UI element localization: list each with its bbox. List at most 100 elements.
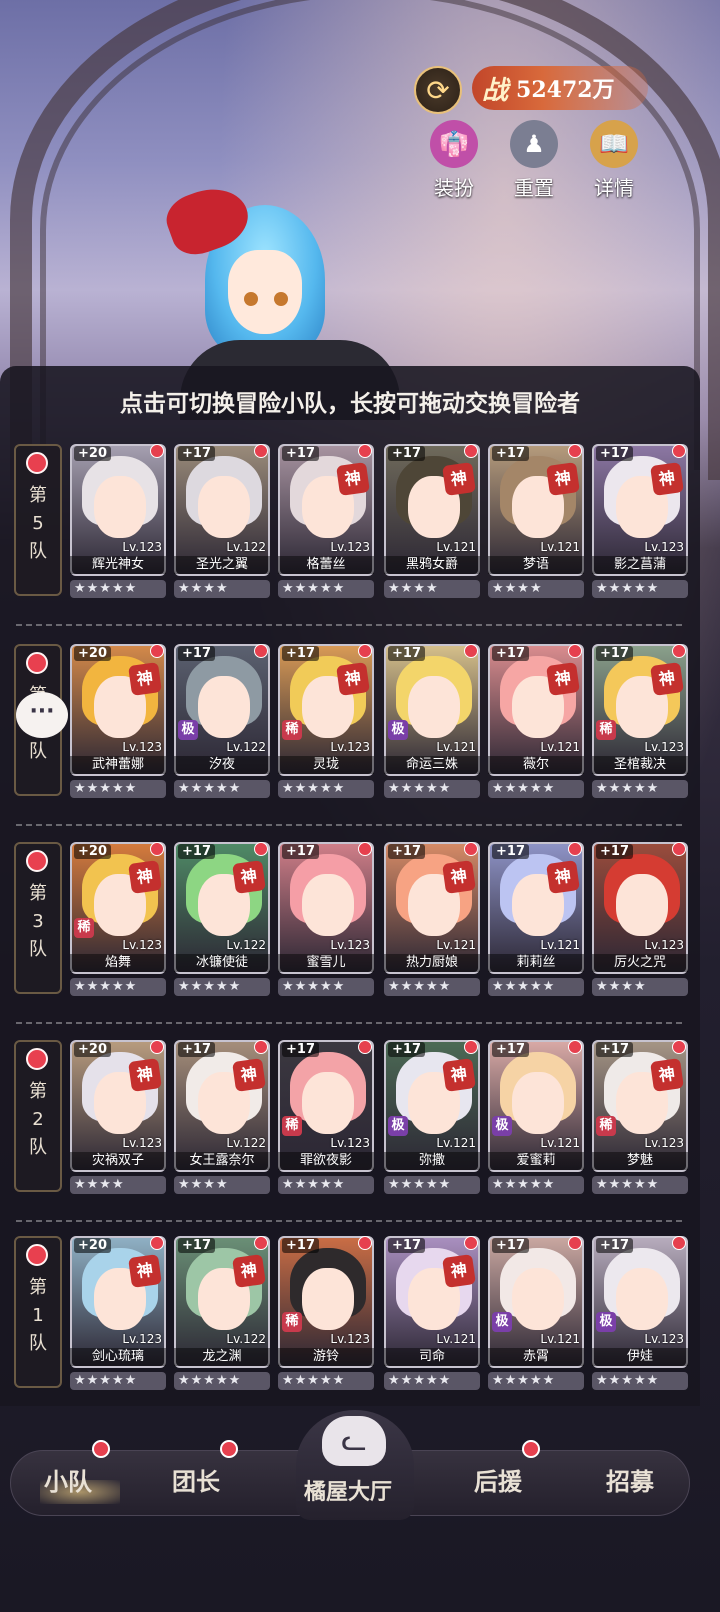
hero-stars: ★★★★★ bbox=[278, 580, 374, 598]
hero-face bbox=[198, 476, 250, 538]
team-selector[interactable]: 第 5 队 bbox=[14, 444, 62, 596]
hero-notification-dot bbox=[150, 444, 164, 458]
hero-enhance-level: +17 bbox=[492, 1042, 529, 1057]
team-label: 第 2 队 bbox=[29, 1081, 47, 1158]
hero-card[interactable]: +20 神 Lv.123 灾祸双子 ★★★★ bbox=[70, 1040, 166, 1198]
hero-card[interactable]: +17 Lv.122 圣光之翼 ★★★★ bbox=[174, 444, 270, 602]
hero-name: 司命 bbox=[384, 1348, 480, 1366]
hero-card[interactable]: +17 极 Lv.122 汐夜 ★★★★★ bbox=[174, 644, 270, 802]
hero-card[interactable]: +17 极 Lv.123 伊娃 ★★★★★ bbox=[592, 1236, 688, 1394]
hero-rank-badge: 极 bbox=[596, 1312, 616, 1332]
hero-notification-dot bbox=[464, 1040, 478, 1054]
nav-squad-dot bbox=[92, 1440, 110, 1458]
hero-notification-dot bbox=[568, 842, 582, 856]
hero-notification-dot bbox=[150, 644, 164, 658]
hero-rank-badge: 极 bbox=[388, 720, 408, 740]
hero-level: Lv.121 bbox=[540, 1332, 580, 1346]
hero-card[interactable]: +17 神 Lv.122 龙之渊 ★★★★★ bbox=[174, 1236, 270, 1394]
hero-stars: ★★★★★ bbox=[174, 978, 270, 996]
hero-name: 薇尔 bbox=[488, 756, 584, 774]
reset-button[interactable]: ♟ 重置 bbox=[504, 120, 564, 201]
hero-card[interactable]: +17 Lv.123 厉火之咒 ★★★★ bbox=[592, 842, 688, 1000]
hero-stars: ★★★★★ bbox=[278, 780, 374, 798]
hero-card[interactable]: +20 神 Lv.123 剑心琉璃 ★★★★★ bbox=[70, 1236, 166, 1394]
hero-card[interactable]: +17 神 Lv.123 影之菖蒲 ★★★★★ bbox=[592, 444, 688, 602]
hero-name: 游铃 bbox=[278, 1348, 374, 1366]
hero-card[interactable]: +17 极 Lv.121 赤霄 ★★★★★ bbox=[488, 1236, 584, 1394]
hero-notification-dot bbox=[358, 1236, 372, 1250]
hero-level: Lv.121 bbox=[540, 740, 580, 754]
hero-notification-dot bbox=[150, 1040, 164, 1054]
hero-card[interactable]: +17 极 Lv.121 爱蜜莉 ★★★★★ bbox=[488, 1040, 584, 1198]
hero-enhance-level: +17 bbox=[388, 1238, 425, 1253]
details-button[interactable]: 📖 详情 bbox=[584, 120, 644, 201]
outfit-button[interactable]: 👘 装扮 bbox=[424, 120, 484, 201]
hero-notification-dot bbox=[254, 1040, 268, 1054]
nav-squad[interactable]: 小队 bbox=[44, 1462, 92, 1497]
hero-face bbox=[512, 1268, 564, 1330]
hero-notification-dot bbox=[358, 644, 372, 658]
nav-hall[interactable]: 橘屋大厅 bbox=[304, 1474, 392, 1506]
team-selector[interactable]: 第 2 队 bbox=[14, 1040, 62, 1192]
hero-card[interactable]: +17 稀 Lv.123 罪欲夜影 ★★★★★ bbox=[278, 1040, 374, 1198]
hero-face bbox=[302, 1072, 354, 1134]
hero-name: 汐夜 bbox=[174, 756, 270, 774]
hero-card[interactable]: +17 神稀 Lv.123 灵珑 ★★★★★ bbox=[278, 644, 374, 802]
hero-level: Lv.123 bbox=[644, 938, 684, 952]
hero-card[interactable]: +17 极 Lv.121 命运三姝 ★★★★★ bbox=[384, 644, 480, 802]
nav-recruit[interactable]: 招募 bbox=[606, 1462, 654, 1497]
hero-card[interactable]: +17 神极 Lv.121 弥撒 ★★★★★ bbox=[384, 1040, 480, 1198]
hero-stars: ★★★★★ bbox=[488, 1176, 584, 1194]
hero-face bbox=[302, 874, 354, 936]
hero-card[interactable]: +17 神 Lv.121 莉莉丝 ★★★★★ bbox=[488, 842, 584, 1000]
chat-bubble-icon[interactable]: ··· bbox=[16, 692, 68, 738]
hero-card[interactable]: +17 神 Lv.121 梦语 ★★★★ bbox=[488, 444, 584, 602]
team-selector[interactable]: 第 3 队 bbox=[14, 842, 62, 994]
half-god-badge: 神 bbox=[546, 860, 580, 894]
hero-stars: ★★★★ bbox=[488, 580, 584, 598]
hero-notification-dot bbox=[568, 1236, 582, 1250]
hero-level: Lv.121 bbox=[540, 540, 580, 554]
hero-face bbox=[616, 874, 668, 936]
hero-name: 厉火之咒 bbox=[592, 954, 688, 972]
hero-card[interactable]: +17 神 Lv.123 格蕾丝 ★★★★★ bbox=[278, 444, 374, 602]
hero-stars: ★★★★★ bbox=[592, 1176, 688, 1194]
hero-card[interactable]: +17 神稀 Lv.123 梦魅 ★★★★★ bbox=[592, 1040, 688, 1198]
hero-level: Lv.123 bbox=[330, 740, 370, 754]
hero-card[interactable]: +17 神 Lv.121 薇尔 ★★★★★ bbox=[488, 644, 584, 802]
hero-card[interactable]: +20 Lv.123 辉光神女 ★★★★★ bbox=[70, 444, 166, 602]
hero-card[interactable]: +17 神稀 Lv.123 圣棺裁决 ★★★★★ bbox=[592, 644, 688, 802]
team-notification-dot bbox=[26, 652, 48, 674]
hero-enhance-level: +17 bbox=[282, 446, 319, 461]
hero-card[interactable]: +17 神 Lv.122 女王露奈尔 ★★★★ bbox=[174, 1040, 270, 1198]
hero-stars: ★★★★★ bbox=[488, 780, 584, 798]
half-god-badge: 神 bbox=[232, 860, 266, 894]
hero-stars: ★★★★ bbox=[384, 580, 480, 598]
hero-card[interactable]: +17 神 Lv.122 冰镰使徒 ★★★★★ bbox=[174, 842, 270, 1000]
hero-card[interactable]: +17 神 Lv.121 热力厨娘 ★★★★★ bbox=[384, 842, 480, 1000]
hero-card[interactable]: +17 稀 Lv.123 游铃 ★★★★★ bbox=[278, 1236, 374, 1394]
power-value: 52472万 bbox=[516, 77, 615, 103]
hero-name: 伊娃 bbox=[592, 1348, 688, 1366]
hero-card[interactable]: +17 神 Lv.121 司命 ★★★★★ bbox=[384, 1236, 480, 1394]
swap-button[interactable]: ⟳ bbox=[414, 66, 462, 114]
hero-card[interactable]: +20 神稀 Lv.123 焰舞 ★★★★★ bbox=[70, 842, 166, 1000]
hero-stars: ★★★★★ bbox=[278, 1176, 374, 1194]
hero-stars: ★★★★★ bbox=[592, 1372, 688, 1390]
hero-name: 爱蜜莉 bbox=[488, 1152, 584, 1170]
nav-leader-dot bbox=[220, 1440, 238, 1458]
team-selector[interactable]: 第 1 队 bbox=[14, 1236, 62, 1388]
nav-support[interactable]: 后援 bbox=[474, 1462, 522, 1497]
hero-enhance-level: +17 bbox=[282, 1238, 319, 1253]
hero-stars: ★★★★★ bbox=[488, 1372, 584, 1390]
half-god-badge: 神 bbox=[128, 1058, 162, 1092]
hero-card[interactable]: +17 Lv.123 蜜雪儿 ★★★★★ bbox=[278, 842, 374, 1000]
team-notification-dot bbox=[26, 850, 48, 872]
nav-leader[interactable]: 团长 bbox=[172, 1462, 220, 1497]
hero-name: 蜜雪儿 bbox=[278, 954, 374, 972]
hero-enhance-level: +17 bbox=[388, 844, 425, 859]
hero-notification-dot bbox=[254, 444, 268, 458]
hero-card[interactable]: +20 神 Lv.123 武神蕾娜 ★★★★★ bbox=[70, 644, 166, 802]
hero-notification-dot bbox=[464, 842, 478, 856]
hero-card[interactable]: +17 神 Lv.121 黑鸦女爵 ★★★★ bbox=[384, 444, 480, 602]
